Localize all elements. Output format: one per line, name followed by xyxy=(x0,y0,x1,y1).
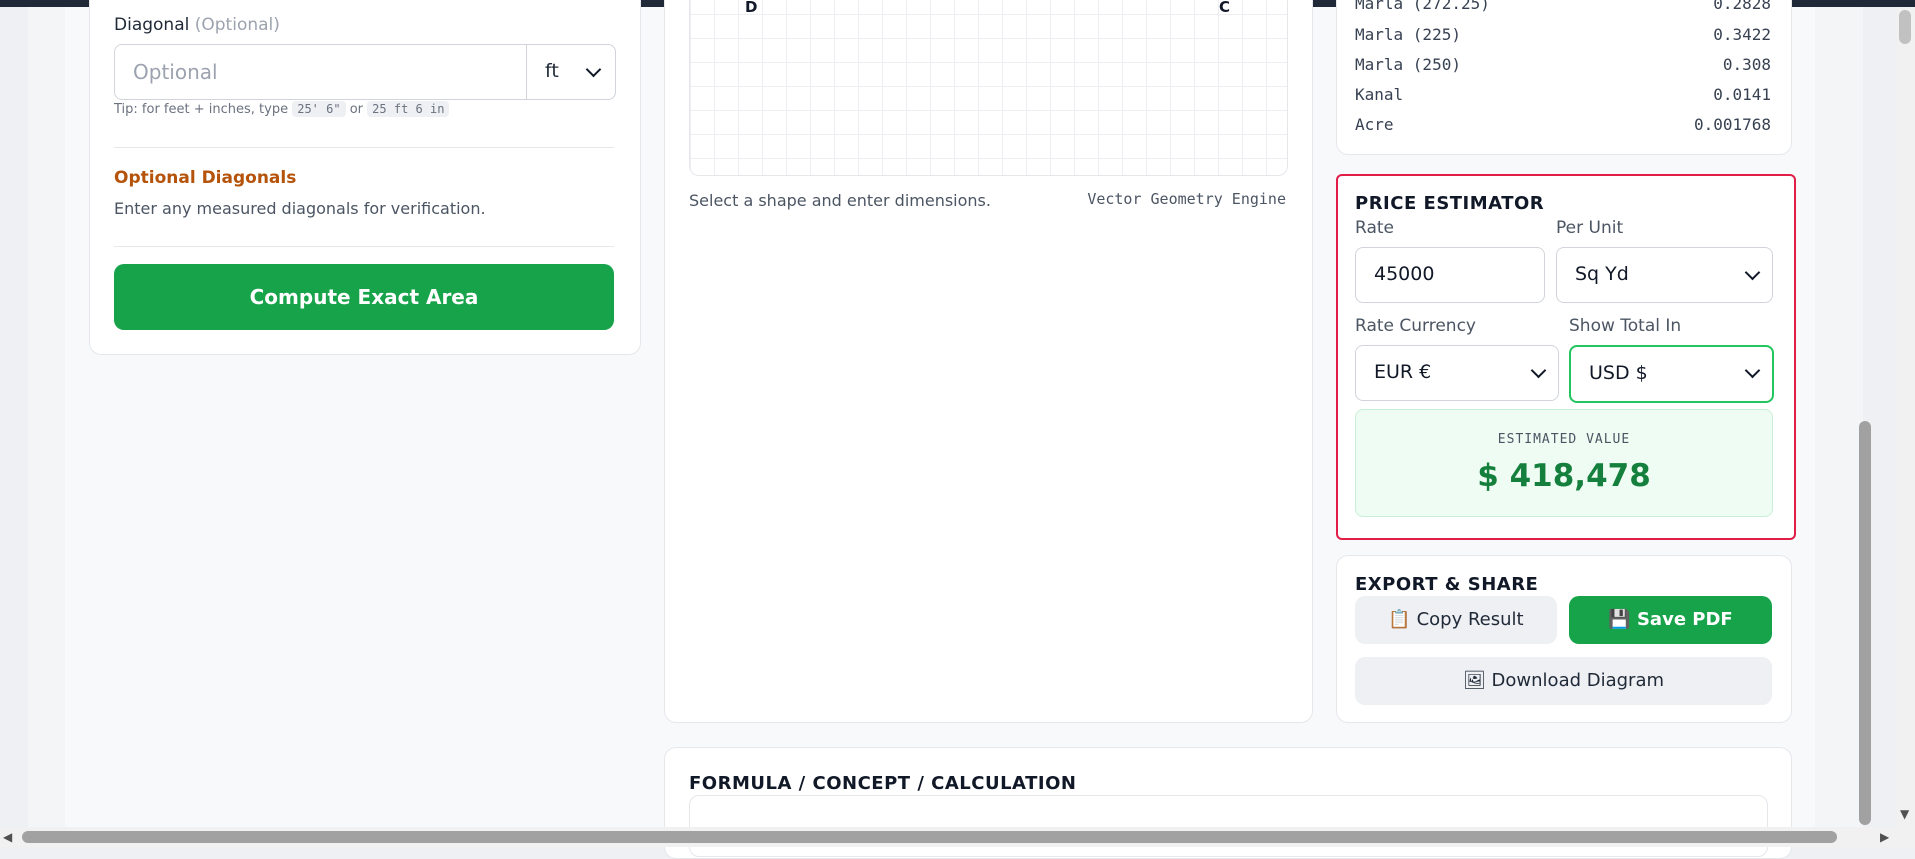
show-total-label: Show Total In xyxy=(1569,316,1682,336)
diagram-canvas[interactable] xyxy=(689,0,1288,176)
rate-input-value: 45000 xyxy=(1374,263,1435,285)
estimated-value: $ 418,478 xyxy=(1477,458,1651,494)
diagram-status: Select a shape and enter dimensions. xyxy=(689,191,991,210)
vertex-label-c: C xyxy=(1219,0,1231,16)
scroll-left-arrow-icon[interactable]: ◀ xyxy=(3,830,12,844)
diagonal-label: Diagonal (Optional) xyxy=(114,15,280,35)
show-total-value: USD $ xyxy=(1589,362,1648,384)
scroll-down-arrow-icon[interactable]: ▼ xyxy=(1900,807,1909,821)
engine-label: Vector Geometry Engine xyxy=(1087,190,1286,208)
horizontal-scrollbar-thumb[interactable] xyxy=(22,831,1837,843)
picture-icon: 🖼 xyxy=(1462,670,1486,691)
per-unit-value: Sq Yd xyxy=(1575,263,1629,285)
optional-diagonals-heading: Optional Diagonals xyxy=(114,168,297,188)
estimated-value-box: ESTIMATED VALUE $ 418,478 xyxy=(1355,409,1773,517)
export-share-title: EXPORT & SHARE xyxy=(1355,574,1539,595)
divider xyxy=(114,246,614,247)
formula-title: FORMULA / CONCEPT / CALCULATION xyxy=(689,773,1077,794)
tip-example-ft-in: 25 ft 6 in xyxy=(367,101,450,117)
unit-row: Acre 0.001768 xyxy=(1355,115,1771,134)
per-unit-label: Per Unit xyxy=(1556,218,1624,238)
scroll-right-arrow-icon[interactable]: ▶ xyxy=(1880,830,1889,844)
formula-content-box xyxy=(689,795,1768,857)
chevron-down-icon xyxy=(1744,264,1761,281)
rate-label: Rate xyxy=(1355,218,1394,238)
diagonal-unit-select[interactable]: ft xyxy=(526,45,615,99)
unit-row: Marla (272.25) 0.2828 xyxy=(1355,0,1771,13)
per-unit-select[interactable]: Sq Yd xyxy=(1556,247,1773,303)
page-vertical-scrollbar-thumb[interactable] xyxy=(1899,10,1911,44)
unit-row: Marla (250) 0.308 xyxy=(1355,55,1771,74)
price-estimator-title: PRICE ESTIMATOR xyxy=(1355,193,1545,214)
floppy-disk-icon: 💾 xyxy=(1608,609,1631,630)
optional-diagonals-description: Enter any measured diagonals for verific… xyxy=(114,199,486,218)
rate-input[interactable]: 45000 xyxy=(1355,247,1545,303)
unit-row: Kanal 0.0141 xyxy=(1355,85,1771,104)
download-diagram-button[interactable]: 🖼 Download Diagram xyxy=(1355,657,1772,705)
unit-row: Marla (225) 0.3422 xyxy=(1355,25,1771,44)
page-vertical-scrollbar-track[interactable] xyxy=(1897,7,1915,827)
save-pdf-button[interactable]: 💾 Save PDF xyxy=(1569,596,1772,644)
diagonal-input[interactable]: Optional xyxy=(133,60,218,84)
rate-currency-value: EUR € xyxy=(1374,361,1432,383)
vertex-label-d: D xyxy=(745,0,758,16)
inner-vertical-scrollbar[interactable] xyxy=(1859,421,1871,825)
tip-example-feet-inches: 25' 6" xyxy=(292,101,346,117)
estimated-value-label: ESTIMATED VALUE xyxy=(1497,432,1631,447)
chevron-down-icon xyxy=(585,61,602,78)
copy-result-button[interactable]: 📋 Copy Result xyxy=(1355,596,1557,644)
diagonal-optional-tag: (Optional) xyxy=(194,15,280,35)
diagonal-input-group: Optional ft xyxy=(114,44,616,100)
compute-area-button[interactable]: Compute Exact Area xyxy=(114,264,614,330)
input-tip: Tip: for feet + inches, type 25' 6" or 2… xyxy=(114,101,450,117)
clipboard-icon: 📋 xyxy=(1388,609,1411,630)
rate-currency-select[interactable]: EUR € xyxy=(1355,345,1559,401)
show-total-select[interactable]: USD $ xyxy=(1569,345,1774,403)
rate-currency-label: Rate Currency xyxy=(1355,316,1476,336)
chevron-down-icon xyxy=(1530,362,1547,379)
diagonal-unit-value: ft xyxy=(545,60,559,82)
divider xyxy=(114,147,614,148)
chevron-down-icon xyxy=(1744,362,1761,379)
